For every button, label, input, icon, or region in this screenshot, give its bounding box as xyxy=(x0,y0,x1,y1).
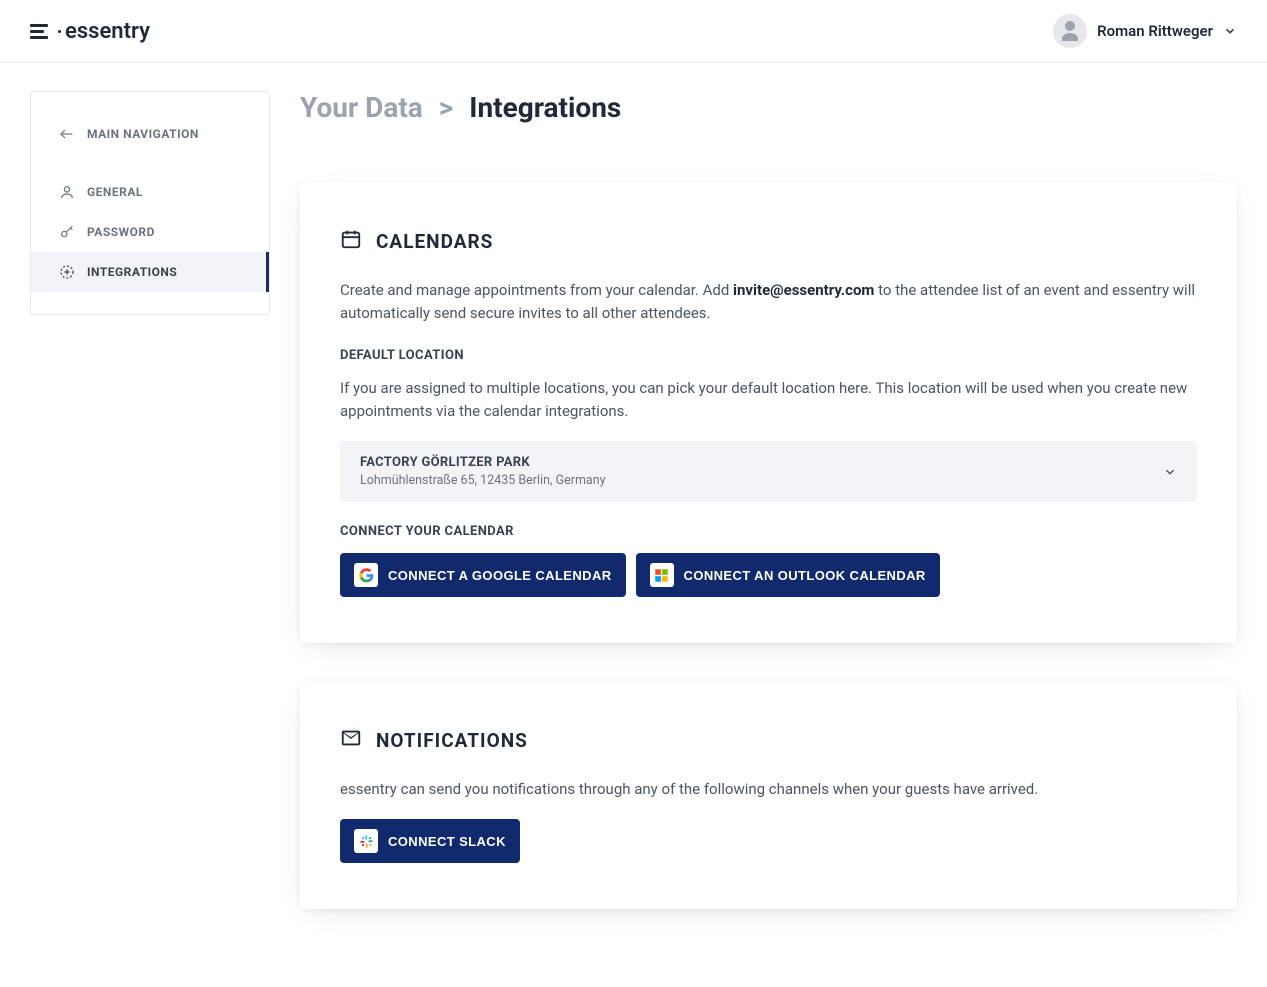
calendars-card: CALENDARS Create and manage appointments… xyxy=(300,182,1237,643)
brand-logo[interactable]: essentry xyxy=(30,19,150,44)
mail-icon xyxy=(340,727,362,754)
google-icon xyxy=(354,563,378,587)
slack-icon xyxy=(354,829,378,853)
invite-email: invite@essentry.com xyxy=(733,281,874,299)
sidebar-item-label: General xyxy=(87,185,143,199)
logo-mark-icon xyxy=(30,24,48,39)
button-label: CONNECT AN OUTLOOK CALENDAR xyxy=(684,568,926,583)
breadcrumb: Your Data > Integrations xyxy=(300,91,1237,124)
sidebar-item-label: Password xyxy=(87,225,155,239)
breadcrumb-parent[interactable]: Your Data xyxy=(300,91,423,124)
person-icon xyxy=(59,184,75,200)
connect-calendar-heading: CONNECT YOUR CALENDAR xyxy=(340,524,1197,539)
text-part: Create and manage appointments from your… xyxy=(340,281,733,299)
default-location-help: If you are assigned to multiple location… xyxy=(340,377,1197,424)
sidebar-item-general[interactable]: General xyxy=(31,172,269,212)
connect-slack-button[interactable]: CONNECT SLACK xyxy=(340,819,520,863)
main-content: Your Data > Integrations CALENDARS Creat… xyxy=(300,91,1237,947)
sidebar-main-navigation[interactable]: Main Navigation xyxy=(31,114,269,154)
chevron-down-icon xyxy=(1163,465,1177,479)
logo-dot-icon xyxy=(58,30,61,33)
breadcrumb-current: Integrations xyxy=(469,91,621,124)
sidebar-item-label: Main Navigation xyxy=(87,127,199,141)
default-location-heading: DEFAULT LOCATION xyxy=(340,348,1197,363)
sidebar-item-integrations[interactable]: Integrations xyxy=(31,252,269,292)
sidebar: Main Navigation General Password Integra… xyxy=(30,91,270,315)
key-icon xyxy=(59,224,75,240)
arrow-left-icon xyxy=(59,126,75,142)
sidebar-item-label: Integrations xyxy=(87,265,177,279)
location-name: FACTORY GÖRLITZER PARK xyxy=(360,455,606,470)
chevron-down-icon xyxy=(1223,24,1237,38)
button-label: CONNECT SLACK xyxy=(388,834,506,849)
sidebar-item-password[interactable]: Password xyxy=(31,212,269,252)
outlook-icon xyxy=(650,563,674,587)
button-label: CONNECT A GOOGLE CALENDAR xyxy=(388,568,612,583)
default-location-select[interactable]: FACTORY GÖRLITZER PARK Lohmühlenstraße 6… xyxy=(340,441,1197,502)
app-header: essentry Roman Rittweger xyxy=(0,0,1267,63)
calendars-card-title: CALENDARS xyxy=(340,228,1197,255)
notifications-description: essentry can send you notifications thro… xyxy=(340,778,1197,801)
user-name: Roman Rittweger xyxy=(1097,22,1213,40)
integrations-icon xyxy=(59,264,75,280)
card-title-text: CALENDARS xyxy=(376,230,493,253)
location-address: Lohmühlenstraße 65, 12435 Berlin, German… xyxy=(360,473,606,488)
avatar xyxy=(1053,14,1087,48)
notifications-card: NOTIFICATIONS essentry can send you noti… xyxy=(300,681,1237,909)
calendar-icon xyxy=(340,228,362,255)
calendars-description: Create and manage appointments from your… xyxy=(340,279,1197,326)
user-menu[interactable]: Roman Rittweger xyxy=(1053,14,1237,48)
connect-google-button[interactable]: CONNECT A GOOGLE CALENDAR xyxy=(340,553,626,597)
breadcrumb-separator: > xyxy=(439,91,453,124)
notifications-card-title: NOTIFICATIONS xyxy=(340,727,1197,754)
connect-outlook-button[interactable]: CONNECT AN OUTLOOK CALENDAR xyxy=(636,553,940,597)
brand-name: essentry xyxy=(65,19,150,44)
card-title-text: NOTIFICATIONS xyxy=(376,729,528,752)
